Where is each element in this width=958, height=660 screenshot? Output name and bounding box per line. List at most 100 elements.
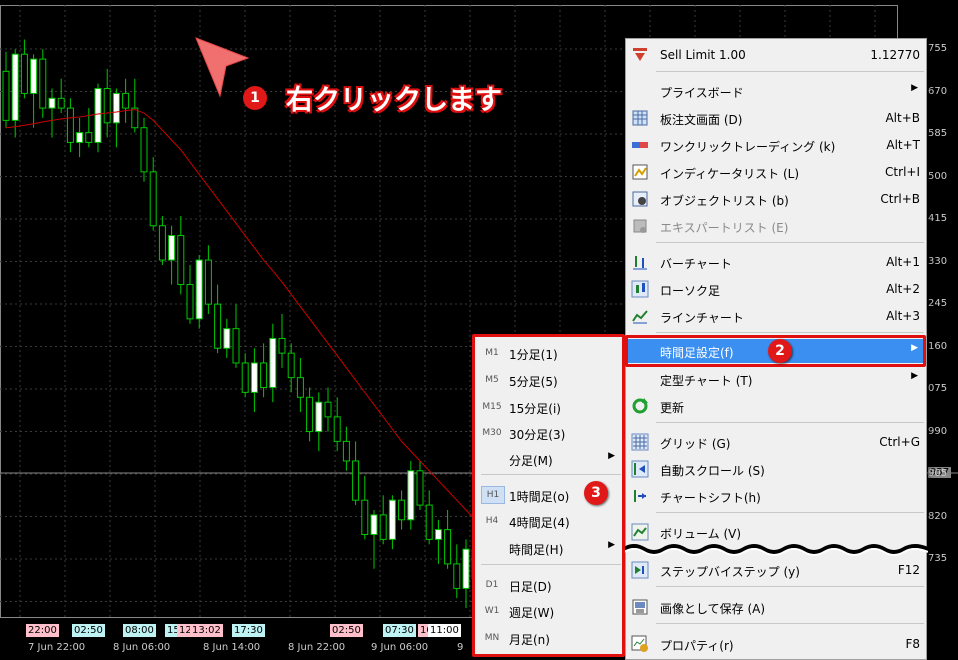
menu-item-price-board[interactable]: プライスボード ▶ [626, 79, 926, 103]
candle-body [269, 337, 277, 388]
menu-separator [656, 512, 924, 513]
candle-body [11, 53, 19, 121]
candle-body [287, 352, 295, 379]
menu-shortcut: Ctrl+G [879, 435, 920, 449]
candle-body [112, 92, 120, 124]
menu-shortcut: Alt+B [885, 111, 920, 125]
menu-item-properties[interactable]: プロパティ(r) F8 [626, 632, 926, 656]
menu-shortcut: Alt+2 [886, 282, 920, 296]
candle-body [296, 377, 304, 398]
sell-limit-price: 1.12770 [870, 48, 920, 62]
menu-item-line-chart[interactable]: ラインチャート Alt+3 [626, 304, 926, 328]
menu-separator [656, 586, 924, 587]
properties-icon [631, 635, 648, 652]
time-axis-label: 7 Jun 22:00 [28, 642, 86, 653]
menu-label: 画像として保存 (A) [660, 602, 766, 616]
event-time-tag: 22:00 [26, 624, 59, 637]
candle-body [131, 107, 139, 129]
candle-body [103, 88, 111, 124]
candle-body [122, 92, 130, 109]
candle-body [250, 362, 258, 393]
line-chart-icon [632, 310, 648, 324]
candle-body [168, 235, 176, 261]
candle-body [361, 499, 369, 535]
candle-body [48, 97, 56, 109]
candle-body [407, 470, 415, 521]
menu-label: ローソク足 [660, 284, 721, 298]
menu-label: ワンクリックトレーディング (k) [660, 140, 836, 154]
price-axis-label: 735 [928, 553, 948, 564]
candle-body [315, 401, 323, 433]
time-axis-label: 8 Jun 22:00 [288, 642, 346, 653]
candle-body [444, 529, 452, 565]
menu-item-bar-chart[interactable]: バーチャート Alt+1 [626, 250, 926, 274]
menu-label: バーチャート [660, 257, 732, 271]
step-badge-1: 1 [243, 86, 267, 110]
candle-body [66, 107, 74, 143]
candle-body [57, 97, 65, 109]
candle-body [94, 88, 102, 143]
candle-body [324, 401, 332, 418]
menu-item-auto-scroll[interactable]: 自動スクロール (S) [626, 457, 926, 481]
menu-item-one-click-trading[interactable]: ワンクリックトレーディング (k) Alt+T [626, 133, 926, 157]
candle-body [333, 416, 341, 442]
candle-body [149, 171, 157, 227]
candle-body [2, 70, 10, 121]
candle-body [416, 470, 424, 506]
candle-body [342, 440, 350, 462]
menu-item-chart-shift[interactable]: チャートシフト(h) [626, 484, 926, 508]
menu-item-depth-of-market[interactable]: 板注文画面 (D) Alt+B [626, 106, 926, 130]
menu-item-object-list[interactable]: オブジェクトリスト (b) Ctrl+B [626, 187, 926, 211]
chart-shift-icon [634, 490, 646, 502]
price-axis-label: 415 [928, 213, 948, 224]
menu-item-save-as-picture[interactable]: 画像として保存 (A) [626, 595, 926, 619]
price-axis-label: 160 [928, 340, 948, 352]
menu-item-grid[interactable]: グリッド (G) Ctrl+G [626, 430, 926, 454]
menu-label: チャートシフト(h) [660, 491, 761, 505]
candle-body [39, 58, 47, 109]
menu-item-sell-limit[interactable]: Sell Limit 1.00 1.12770 [626, 43, 926, 67]
menu-item-indicator-list[interactable]: インディケータリスト (L) Ctrl+I [626, 160, 926, 184]
candle-body [425, 504, 433, 540]
event-time-tag: 07:30 [383, 624, 416, 637]
menu-shortcut: Ctrl+I [885, 165, 920, 179]
menu-item-refresh[interactable]: 更新 [626, 394, 926, 418]
one-click-trading-icon [632, 142, 648, 148]
candle-body [140, 127, 148, 173]
price-axis-label: 585 [928, 128, 948, 139]
price-axis-label: 075 [928, 383, 948, 394]
menu-label: オブジェクトリスト (b) [660, 194, 789, 208]
candle-body [260, 362, 268, 388]
price-axis-label: 905 [928, 468, 948, 479]
menu-label: 板注文画面 (D) [660, 113, 743, 127]
bar-chart-icon [633, 256, 647, 270]
menu-item-expert-list[interactable]: エキスパートリスト (E) [626, 214, 926, 238]
price-axis-label: 330 [928, 255, 948, 267]
menu-shortcut: Alt+T [886, 138, 920, 152]
price-axis-label: 820 [928, 510, 948, 522]
candle-body [379, 514, 387, 540]
menu-label: プロパティ(r) [660, 639, 734, 653]
menu-label: 自動スクロール (S) [660, 464, 765, 478]
sell-arrow-icon [633, 48, 647, 61]
menu-item-candlestick[interactable]: ローソク足 Alt+2 [626, 277, 926, 301]
menu-separator [656, 623, 924, 624]
menu-label: グリッド (G) [660, 437, 731, 451]
menu-item-step-by-step[interactable]: ステップバイステップ (y) F12 [626, 558, 926, 582]
candle-body [434, 529, 442, 540]
candle-body [30, 58, 38, 94]
menu-shortcut: F12 [897, 563, 920, 577]
candle-body [195, 259, 203, 320]
submenu-arrow-icon: ▶ [911, 83, 918, 93]
menu-separator [656, 422, 924, 423]
time-axis-label: 8 Jun 14:00 [203, 642, 261, 653]
sell-limit-label: Sell Limit 1.00 [660, 48, 746, 62]
menu-label: プライスボード [660, 86, 744, 100]
menu-separator [656, 332, 924, 333]
time-axis-label: 9 [457, 642, 464, 653]
menu-shortcut: Alt+3 [886, 309, 920, 323]
candle-body [306, 396, 314, 433]
menu-item-templates[interactable]: 定型チャート (T) ▶ [626, 367, 926, 391]
candle-body [370, 514, 378, 535]
price-axis-label: 670 [928, 85, 948, 97]
